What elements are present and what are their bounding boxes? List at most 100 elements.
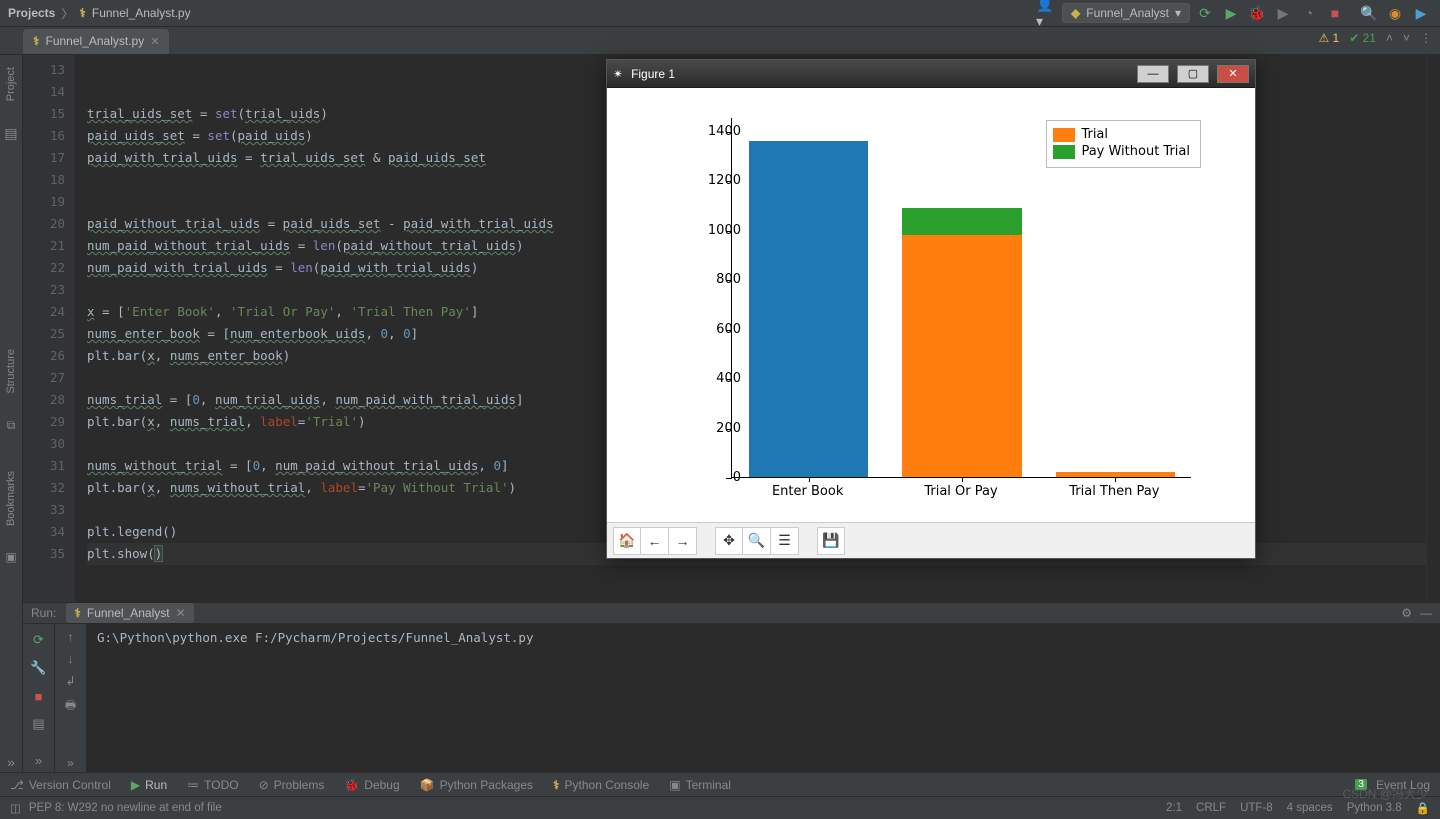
interpreter[interactable]: Python 3.8: [1347, 802, 1402, 814]
wrench-icon[interactable]: 🔧: [29, 658, 49, 678]
coverage-icon[interactable]: ▶: [1272, 2, 1294, 24]
y-tick-label: 600: [691, 322, 741, 337]
x-tick-label: Trial Then Pay: [1038, 484, 1191, 499]
todo-tab[interactable]: ≔TODO: [187, 778, 238, 792]
run-tab-label: Funnel_Analyst: [87, 606, 170, 620]
top-toolbar: Projects 〉 ⚕ Funnel_Analyst.py 👤▾ ◆ Funn…: [0, 0, 1440, 27]
caret-position[interactable]: 2:1: [1166, 802, 1182, 814]
warning-badge[interactable]: ⚠ 1: [1318, 31, 1339, 45]
sync-icon[interactable]: ◉: [1384, 2, 1406, 24]
python-file-icon: ⚕: [79, 6, 86, 20]
more-icon[interactable]: »: [29, 750, 49, 770]
more-icon[interactable]: »: [67, 756, 74, 770]
python-console-tab[interactable]: ⚕Python Console: [553, 778, 649, 792]
chevron-up-icon[interactable]: ˄: [1386, 31, 1393, 45]
breadcrumb: Projects 〉 ⚕ Funnel_Analyst.py: [8, 5, 191, 22]
ide-updates-icon[interactable]: ▶: [1410, 2, 1432, 24]
plot-area: [731, 118, 1191, 478]
lock-icon[interactable]: 🔒: [1416, 801, 1430, 815]
inspection-badges: ⚠ 1 ✔ 21 ˄ ˅ ⋮: [1318, 31, 1432, 45]
debug-icon[interactable]: 🐞: [1246, 2, 1268, 24]
close-button[interactable]: ✕: [1217, 65, 1249, 83]
save-icon[interactable]: 💾: [817, 527, 845, 555]
stop-icon[interactable]: ■: [1324, 2, 1346, 24]
run-tab[interactable]: ⚕ Funnel_Analyst ✕: [66, 603, 193, 623]
maximize-button[interactable]: ▢: [1177, 65, 1209, 83]
run-icon[interactable]: ▶: [1220, 2, 1242, 24]
gear-icon[interactable]: ⚙: [1401, 606, 1412, 620]
chart: Trial Pay Without Trial 0200400600800100…: [651, 98, 1211, 518]
print-icon[interactable]: 🖶: [65, 696, 76, 717]
figure-titlebar[interactable]: ✴ Figure 1 — ▢ ✕: [607, 60, 1255, 88]
structure-tool-tab[interactable]: Structure: [3, 343, 19, 400]
figure-window[interactable]: ✴ Figure 1 — ▢ ✕ Trial Pay Without Trial…: [606, 59, 1256, 559]
y-tick-label: 1200: [691, 173, 741, 188]
project-folder-icon[interactable]: ▤: [4, 125, 17, 142]
more-icon[interactable]: ⋮: [1420, 31, 1432, 45]
debug-tab[interactable]: 🐞Debug: [344, 778, 399, 792]
y-tick-label: 200: [691, 421, 741, 436]
run-arrow-icon[interactable]: ⟳: [1194, 2, 1216, 24]
terminal-tab[interactable]: ▣Terminal: [669, 778, 731, 792]
minimize-button[interactable]: —: [1137, 65, 1169, 83]
run-config-label: Funnel_Analyst: [1086, 6, 1169, 20]
minimize-icon[interactable]: —: [1420, 606, 1432, 620]
python-icon: ⚕: [553, 778, 560, 792]
close-icon[interactable]: ✕: [150, 35, 159, 48]
x-tick-label: Trial Or Pay: [884, 484, 1037, 499]
user-icon[interactable]: 👤▾: [1036, 2, 1058, 24]
bookmarks-icon[interactable]: ▣: [5, 550, 16, 564]
breadcrumb-project[interactable]: Projects: [8, 6, 55, 20]
x-tick-label: Enter Book: [731, 484, 884, 499]
y-tick-label: 1000: [691, 223, 741, 238]
back-icon[interactable]: ←: [641, 527, 669, 555]
python-packages-tab[interactable]: 📦Python Packages: [420, 778, 533, 792]
close-icon[interactable]: ✕: [176, 606, 186, 620]
run-output[interactable]: G:\Python\python.exe F:/Pycharm/Projects…: [87, 624, 1440, 772]
editor-tabs: ⚕ Funnel_Analyst.py ✕ ⚠ 1 ✔ 21 ˄ ˅ ⋮: [0, 27, 1440, 55]
tool-window-toggle-icon[interactable]: ◫: [10, 801, 21, 815]
problems-tab[interactable]: ⊘Problems: [259, 778, 325, 792]
more-icon[interactable]: »: [0, 754, 23, 770]
left-toolwindow-bar: Project ▤ Structure ⧉ Bookmarks ▣ »: [0, 55, 23, 772]
terminal-icon: ▣: [669, 778, 680, 792]
bookmarks-tool-tab[interactable]: Bookmarks: [3, 465, 19, 532]
file-encoding[interactable]: UTF-8: [1240, 802, 1273, 814]
debug-icon: 🐞: [344, 778, 359, 792]
rerun-icon[interactable]: ⟳: [29, 630, 49, 650]
profile-icon[interactable]: ◔: [1298, 2, 1320, 24]
python-file-icon: ⚕: [33, 34, 40, 48]
down-icon[interactable]: ↓: [68, 652, 74, 666]
search-icon[interactable]: 🔍: [1358, 2, 1380, 24]
version-control-tab[interactable]: ⎇Version Control: [10, 778, 111, 792]
forward-icon[interactable]: →: [669, 527, 697, 555]
error-stripe[interactable]: [1426, 55, 1440, 602]
home-icon[interactable]: 🏠: [613, 527, 641, 555]
stop-icon[interactable]: ■: [29, 686, 49, 706]
editor-tab[interactable]: ⚕ Funnel_Analyst.py ✕: [23, 29, 169, 54]
breadcrumb-file[interactable]: Funnel_Analyst.py: [92, 6, 191, 20]
line-separator[interactable]: CRLF: [1196, 802, 1226, 814]
bar: [902, 208, 1022, 235]
structure-icon[interactable]: ⧉: [7, 418, 16, 433]
figure-title: Figure 1: [631, 67, 1129, 81]
y-tick-label: 1400: [691, 124, 741, 139]
check-badge[interactable]: ✔ 21: [1349, 31, 1376, 45]
indent-setting[interactable]: 4 spaces: [1287, 802, 1333, 814]
top-actions: 👤▾ ◆ Funnel_Analyst ▾ ⟳ ▶ 🐞 ▶ ◔ ■ 🔍 ◉ ▶: [1036, 2, 1432, 24]
move-icon[interactable]: ✥: [715, 527, 743, 555]
zoom-icon[interactable]: 🔍: [743, 527, 771, 555]
chevron-down-icon[interactable]: ˅: [1403, 31, 1410, 45]
wrap-icon[interactable]: ↲: [65, 674, 75, 688]
run-side-toolbar-2: ↑ ↓ ↲ 🖶 »: [55, 624, 87, 772]
run-tab[interactable]: ▶Run: [131, 778, 167, 792]
run-side-toolbar: ⟳ 🔧 ■ ▤ »: [23, 624, 55, 772]
run-config-selector[interactable]: ◆ Funnel_Analyst ▾: [1062, 3, 1190, 23]
up-icon[interactable]: ↑: [68, 630, 74, 644]
layout-icon[interactable]: ▤: [29, 714, 49, 734]
configure-icon[interactable]: ☰: [771, 527, 799, 555]
project-tool-tab[interactable]: Project: [3, 61, 19, 107]
line-gutter: 1314151617181920212223242526272829303132…: [23, 55, 75, 602]
app-icon: ✴: [613, 67, 623, 81]
legend-label: Trial: [1081, 127, 1108, 142]
